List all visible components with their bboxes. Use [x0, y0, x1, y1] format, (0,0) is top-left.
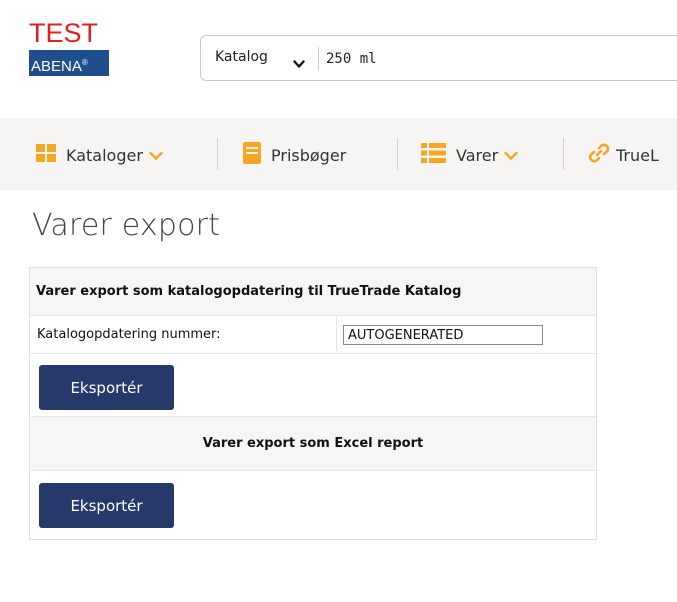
logo-registered-mark: ® [81, 58, 88, 67]
excel-export-button[interactable]: Eksportér [39, 483, 174, 528]
nav-item-truel[interactable]: TrueL [588, 142, 659, 168]
search-divider [318, 47, 319, 71]
nav-item-label: Prisbøger [271, 145, 347, 165]
logo-test-label: TEST [29, 18, 99, 48]
search-input[interactable] [326, 48, 666, 70]
nav-item-label: TrueL [616, 145, 659, 165]
catalog-number-label: Katalogopdatering nummer: [37, 327, 221, 342]
logo-abena-label: ABENA [31, 58, 82, 75]
nav-item-varer[interactable]: Varer [421, 143, 518, 167]
search-bar: Katalog [200, 35, 677, 81]
header: TEST ABENA® Katalog [0, 0, 677, 118]
catalog-export-button[interactable]: Eksportér [39, 365, 174, 410]
catalog-number-field[interactable] [343, 325, 543, 345]
nav-item-kataloger[interactable]: Kataloger [36, 144, 163, 166]
search-scope-select[interactable]: Katalog [215, 49, 268, 65]
chevron-down-icon [504, 146, 518, 165]
excel-export-header: Varer export som Excel report [30, 417, 596, 471]
grid-icon [36, 144, 56, 166]
nav-divider [563, 138, 564, 170]
book-icon [243, 142, 261, 168]
cell-divider [336, 316, 337, 354]
brand-logo[interactable]: TEST ABENA® [29, 20, 111, 76]
list-icon [421, 143, 446, 167]
chevron-down-icon[interactable] [293, 54, 305, 73]
nav-item-label: Varer [456, 145, 499, 165]
chevron-down-icon [149, 146, 163, 165]
excel-export-action-row: Eksportér [30, 471, 596, 539]
nav-divider [397, 138, 398, 170]
nav-divider [217, 138, 218, 170]
catalog-export-heading: Varer export som katalogopdatering til T… [36, 284, 462, 299]
link-icon [588, 142, 610, 168]
nav-item-prisboger[interactable]: Prisbøger [243, 142, 347, 168]
main-nav: Kataloger Prisbøger Varer TrueL [0, 118, 677, 190]
nav-item-label: Kataloger [66, 145, 143, 165]
export-panel: Varer export som katalogopdatering til T… [29, 267, 597, 540]
catalog-export-action-row: Eksportér [30, 354, 596, 417]
excel-export-heading: Varer export som Excel report [202, 436, 424, 451]
page-title: Varer export [32, 208, 221, 243]
catalog-number-row: Katalogopdatering nummer: [30, 316, 596, 354]
catalog-export-header: Varer export som katalogopdatering til T… [30, 268, 596, 316]
logo-abena-badge: ABENA® [29, 50, 109, 76]
